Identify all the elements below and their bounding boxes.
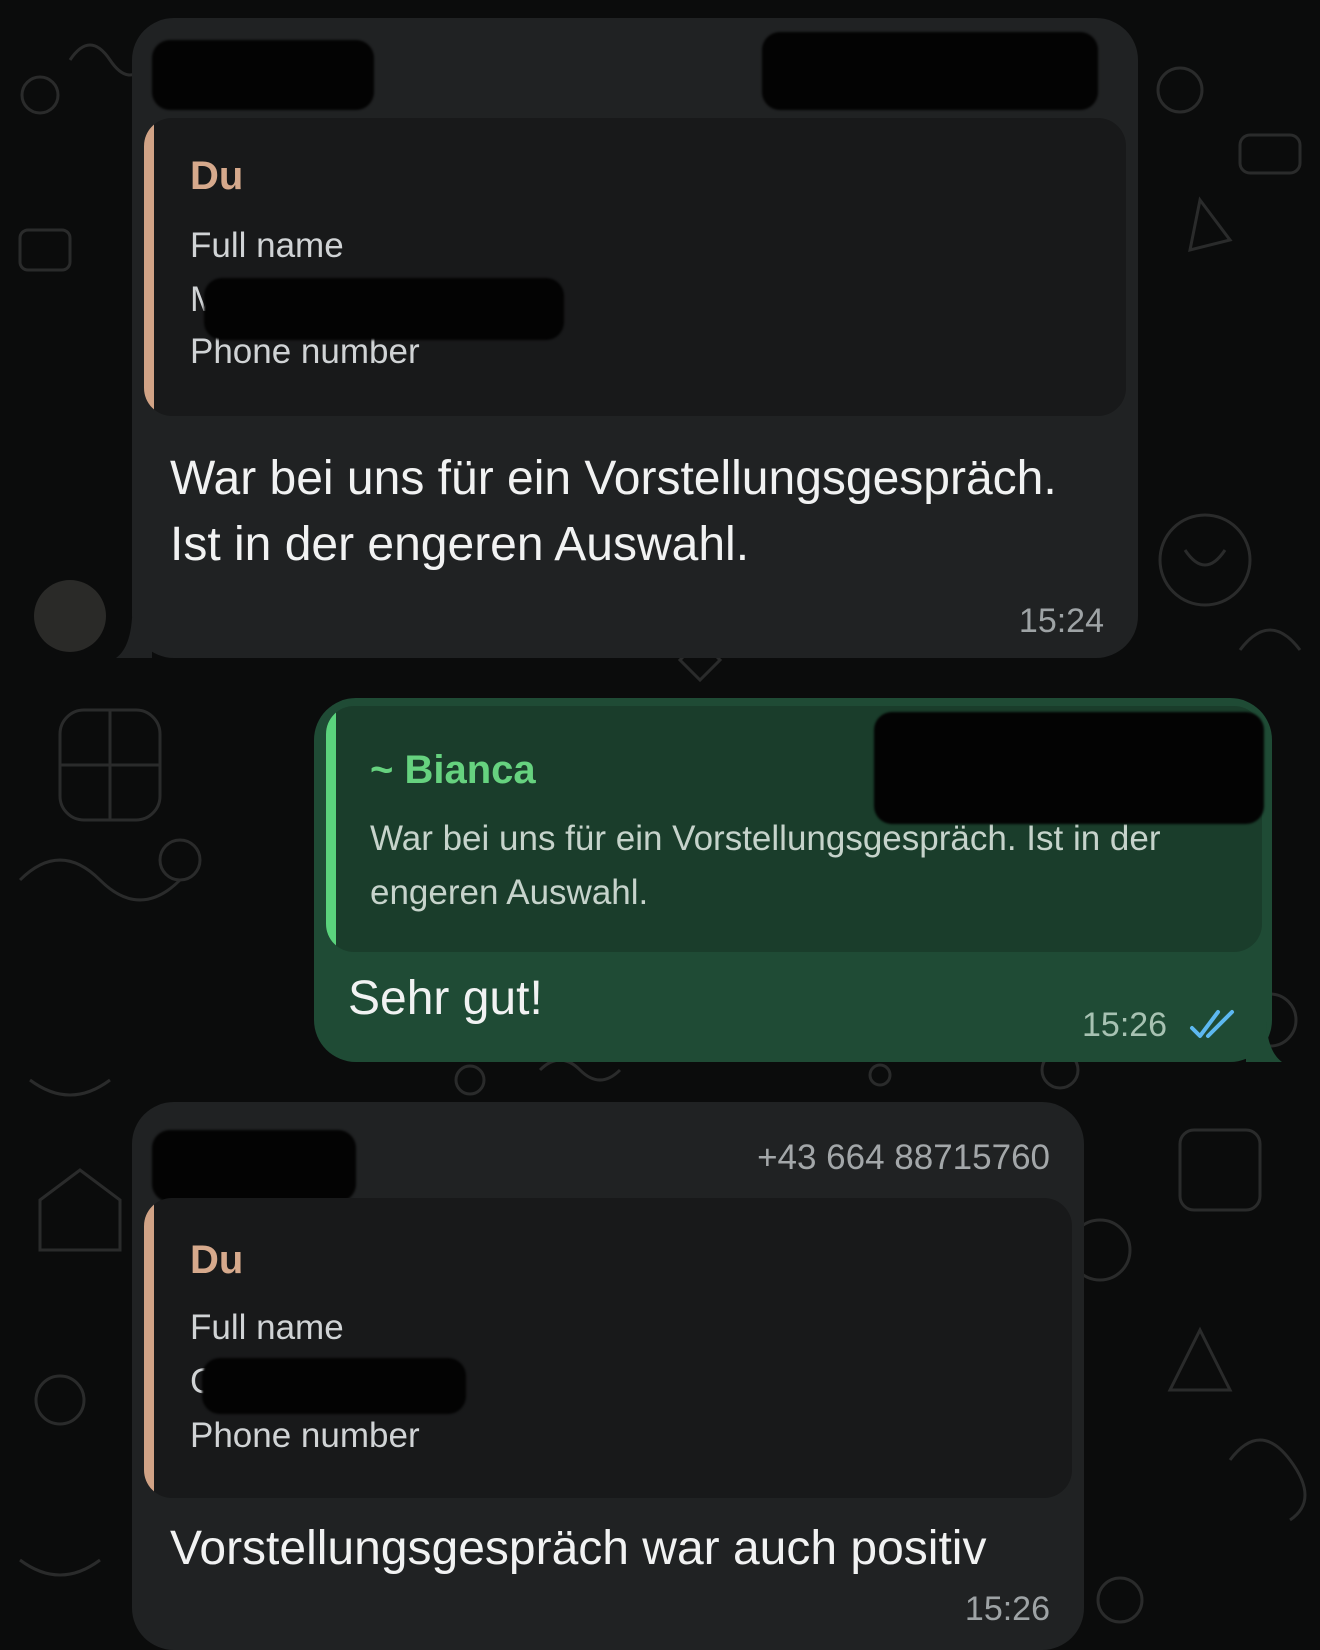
quote-line-full-name-label: Full name bbox=[190, 1308, 344, 1347]
redacted-contact-name bbox=[202, 1358, 466, 1414]
message-text: War bei uns für ein Vorstellungsgespräch… bbox=[170, 452, 1057, 571]
redacted-sender-name bbox=[152, 40, 374, 110]
bubble-tail-outgoing bbox=[1246, 1022, 1282, 1062]
quote-accent-bar bbox=[326, 706, 336, 952]
quote-text: War bei uns für ein Vorstellungsgespräch… bbox=[370, 819, 1161, 912]
avatar[interactable] bbox=[34, 580, 106, 652]
message-text: Sehr gut! bbox=[348, 972, 543, 1025]
quoted-contact-card[interactable]: Du Full name C Phone number bbox=[144, 1198, 1072, 1498]
message-time: 15:24 bbox=[1018, 602, 1104, 640]
message-bubble-outgoing[interactable]: ~ Bianca War bei uns für ein Vorstellung… bbox=[314, 698, 1272, 1062]
message-bubble-incoming[interactable]: Du Full name M Phone number War bei uns … bbox=[132, 18, 1138, 658]
quote-accent-bar bbox=[144, 118, 154, 416]
quote-author: ~ Bianca bbox=[370, 748, 536, 792]
sender-phone[interactable]: +43 664 88715760 bbox=[757, 1138, 1050, 1178]
quote-line-full-name-label: Full name bbox=[190, 226, 344, 265]
bubble-tail-incoming bbox=[116, 618, 152, 658]
quoted-contact-card[interactable]: Du Full name M Phone number bbox=[144, 118, 1126, 416]
redacted-contact-name bbox=[204, 278, 564, 340]
quote-author: Du bbox=[190, 1238, 244, 1282]
redacted-sender-name bbox=[152, 1130, 356, 1202]
quote-accent-bar bbox=[144, 1198, 154, 1498]
double-check-read-icon bbox=[1190, 1010, 1234, 1038]
quote-line-phone-label: Phone number bbox=[190, 1416, 420, 1455]
redacted-quote-phone bbox=[874, 712, 1264, 824]
message-text: Vorstellungsgespräch war auch positiv bbox=[170, 1522, 987, 1575]
message-time: 15:26 bbox=[964, 1590, 1050, 1628]
quote-author: Du bbox=[190, 154, 244, 198]
message-bubble-incoming[interactable]: +43 664 88715760 Du Full name C Phone nu… bbox=[132, 1102, 1084, 1650]
redacted-sender-phone bbox=[762, 32, 1098, 110]
message-time: 15:26 bbox=[1082, 1006, 1168, 1044]
